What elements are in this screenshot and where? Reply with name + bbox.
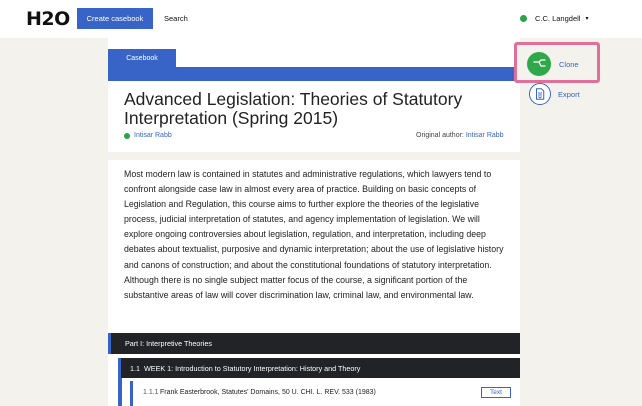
toc-resource-row[interactable]: 1.1.1 Frank Easterbrook, Statutes' Domai… xyxy=(130,381,520,406)
toc-part-row[interactable]: Part I: Interpretive Theories xyxy=(108,333,520,354)
resource-number: 1.1.1 xyxy=(143,389,159,396)
casebook-description: Most modern law is contained in statutes… xyxy=(124,169,504,300)
create-casebook-button[interactable]: Create casebook xyxy=(77,8,153,29)
original-author-name[interactable]: Intisar Rabb xyxy=(466,132,504,139)
export-document-icon xyxy=(529,83,551,105)
casebook-header-bar xyxy=(108,67,520,81)
week-nesting-bar xyxy=(118,378,122,406)
section-divider xyxy=(108,152,520,160)
tab-casebook[interactable]: Casebook xyxy=(108,49,176,67)
original-author: Original author: Intisar Rabb xyxy=(416,132,504,139)
toc-week-row[interactable]: 1.1 WEEK 1: Introduction to Statutory In… xyxy=(118,358,520,378)
clone-icon xyxy=(527,52,551,76)
top-navbar: H2O Create casebook Search C.C. Langdell… xyxy=(0,0,642,38)
user-menu[interactable]: C.C. Langdell ▾ xyxy=(520,14,588,23)
week-title: WEEK 1: Introduction to Statutory Interp… xyxy=(144,363,361,373)
week-number: 1.1 xyxy=(130,363,140,373)
part-accent-bar xyxy=(108,333,111,354)
author[interactable]: Intisar Rabb xyxy=(124,132,172,139)
clone-label: Clone xyxy=(559,59,579,69)
verified-author-icon xyxy=(124,132,130,139)
resource-title[interactable]: Frank Easterbrook, Statutes' Domains, 50… xyxy=(160,389,376,396)
casebook-title-box: Advanced Legislation: Theories of Statut… xyxy=(108,81,520,152)
h2o-logo[interactable]: H2O xyxy=(26,8,70,30)
chevron-down-icon: ▾ xyxy=(585,16,589,22)
user-status-icon xyxy=(520,15,527,22)
resource-type-badge: Text xyxy=(481,387,511,398)
export-button[interactable]: Export xyxy=(529,83,580,105)
export-label: Export xyxy=(558,89,580,99)
original-author-label: Original author: xyxy=(416,132,464,139)
search-link[interactable]: Search xyxy=(164,14,188,23)
casebook-title: Advanced Legislation: Theories of Statut… xyxy=(124,89,463,128)
week-accent-bar xyxy=(118,358,121,378)
user-name: C.C. Langdell xyxy=(535,14,581,23)
clone-button[interactable]: Clone xyxy=(527,52,579,76)
author-name[interactable]: Intisar Rabb xyxy=(134,132,172,139)
part-title: Part I: Interpretive Theories xyxy=(125,339,212,348)
